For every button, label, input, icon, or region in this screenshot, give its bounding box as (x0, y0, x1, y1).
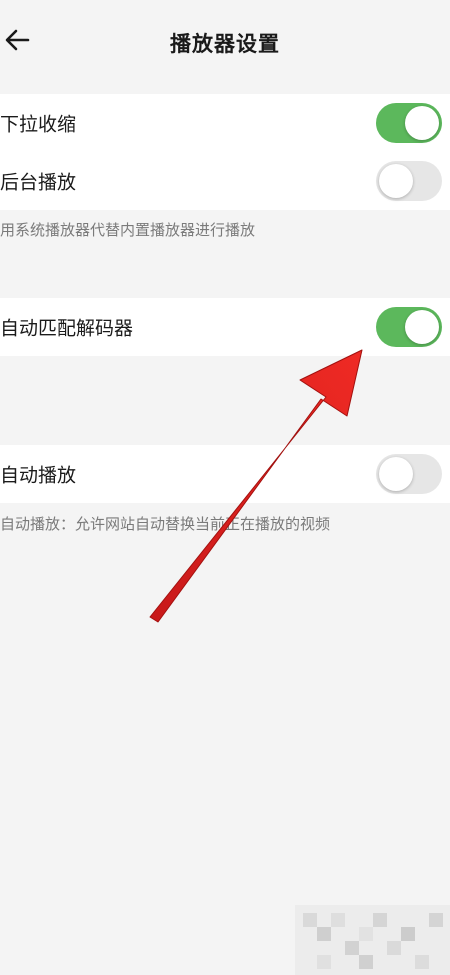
pull-down-shrink-toggle[interactable] (376, 103, 442, 143)
setting-label: 后台播放 (0, 171, 77, 194)
setting-row-background-play[interactable]: 后台播放 (0, 152, 450, 210)
autoplay-toggle[interactable] (376, 454, 442, 494)
setting-row-autoplay[interactable]: 自动播放 (0, 445, 450, 503)
setting-row-auto-decoder[interactable]: 自动匹配解码器 (0, 298, 450, 356)
setting-label: 自动匹配解码器 (0, 317, 134, 340)
settings-group-2: 自动匹配解码器 (0, 298, 450, 356)
background-play-hint: 用系统播放器代替内置播放器进行播放 (0, 221, 256, 239)
top-bar: 播放器设置 (0, 0, 450, 86)
toggle-knob (379, 164, 413, 198)
background-play-toggle[interactable] (376, 161, 442, 201)
setting-row-pull-down-shrink[interactable]: 下拉收缩 (0, 94, 450, 152)
setting-label: 下拉收缩 (0, 113, 77, 136)
settings-group-3: 自动播放 (0, 445, 450, 503)
toggle-knob (405, 106, 439, 140)
toggle-knob (379, 457, 413, 491)
setting-label: 自动播放 (0, 464, 77, 487)
autoplay-hint: 自动播放：允许网站自动替换当前正在播放的视频 (0, 515, 331, 533)
page-title: 播放器设置 (170, 32, 280, 56)
pixelated-watermark-icon (295, 905, 450, 975)
auto-decoder-toggle[interactable] (376, 307, 442, 347)
settings-group-1: 下拉收缩 后台播放 (0, 94, 450, 210)
toggle-knob (405, 310, 439, 344)
